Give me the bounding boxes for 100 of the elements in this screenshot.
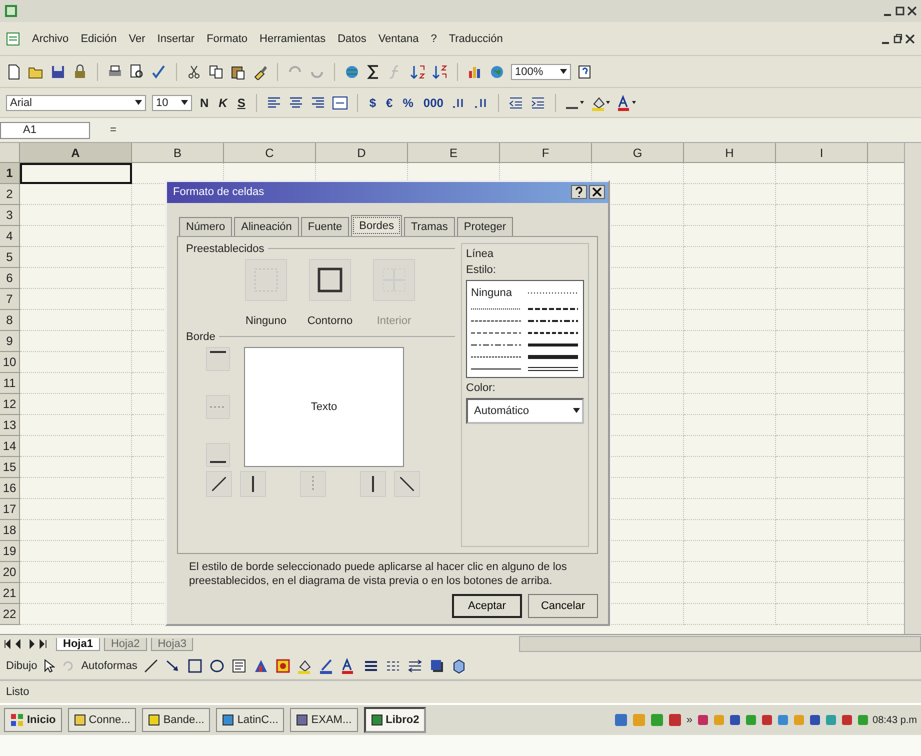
table-cell[interactable] [20,247,132,268]
align-left-icon[interactable] [266,94,282,110]
tray-icon[interactable] [776,714,789,726]
cancel-button[interactable]: Cancelar [528,594,598,618]
table-cell[interactable] [20,310,132,331]
table-cell[interactable] [684,310,776,331]
column-header[interactable]: A [20,143,132,163]
globe-icon[interactable] [344,64,360,80]
sheet-tab[interactable]: Hoja3 [150,638,194,650]
line-sample-icon[interactable] [528,342,579,347]
align-center-icon[interactable] [288,94,304,110]
table-cell[interactable] [776,268,868,289]
row-header[interactable]: 20 [0,562,20,583]
row-header[interactable]: 9 [0,331,20,352]
number-format-button[interactable]: € [384,96,395,110]
column-header[interactable]: I [776,143,868,163]
table-cell[interactable] [684,373,776,394]
column-header[interactable]: D [316,143,408,163]
taskbar-button[interactable]: Libro2 [364,707,426,733]
scissors-icon[interactable] [186,64,202,80]
rectangle-icon[interactable] [187,658,204,674]
table-cell[interactable] [20,226,132,247]
pointer-icon[interactable] [43,659,56,673]
row-header[interactable]: 11 [0,373,20,394]
menu-item[interactable]: Insertar [157,32,195,44]
line-sample-icon[interactable] [471,366,522,371]
restore-icon[interactable] [893,32,903,44]
menu-item[interactable]: ? [430,32,437,44]
border-button[interactable] [206,442,230,467]
table-cell[interactable] [684,520,776,541]
column-header[interactable] [868,143,904,163]
border-button[interactable] [360,470,386,497]
table-cell[interactable] [776,226,868,247]
print-preview-icon[interactable] [129,64,145,80]
dialog-tab[interactable]: Bordes [351,214,402,236]
line-sample-icon[interactable] [528,330,579,335]
font-size-dropdown[interactable]: 10 [152,94,192,110]
tray-icon[interactable] [760,714,773,726]
row-header[interactable]: 6 [0,268,20,289]
table-cell[interactable] [684,352,776,373]
column-header[interactable]: G [592,143,684,163]
row-header[interactable]: 3 [0,205,20,226]
rotate-icon[interactable] [61,659,76,673]
table-cell[interactable] [20,184,132,205]
table-cell[interactable] [684,289,776,310]
row-header[interactable]: 12 [0,394,20,415]
table-cell[interactable] [776,331,868,352]
vertical-scrollbar[interactable] [904,143,921,634]
table-cell[interactable] [20,457,132,478]
table-cell[interactable] [20,415,132,436]
sheet-tab[interactable]: Hoja1 [56,638,100,650]
tray-icon[interactable] [808,714,821,726]
row-header[interactable]: 22 [0,604,20,625]
tray-icon[interactable] [696,714,709,726]
fill-color-icon[interactable] [591,94,612,110]
table-cell[interactable] [20,604,132,625]
line-sample-icon[interactable] [528,366,579,371]
taskbar-button[interactable]: Conne... [68,708,136,732]
column-header[interactable]: E [408,143,500,163]
table-cell[interactable] [776,457,868,478]
color-dropdown[interactable]: Automático [466,398,584,424]
table-cell[interactable] [684,604,776,625]
table-cell[interactable] [20,289,132,310]
table-cell[interactable] [776,499,868,520]
table-cell[interactable] [20,583,132,604]
column-header[interactable]: F [500,143,592,163]
name-box[interactable]: A1 [0,122,90,138]
tray-icon[interactable] [856,714,869,726]
menu-item[interactable]: Ventana [378,32,419,44]
menu-item[interactable]: Herramientas [260,32,326,44]
maximize-icon[interactable] [895,5,905,17]
table-cell[interactable] [776,184,868,205]
line-sample-icon[interactable] [471,354,522,359]
table-cell[interactable] [776,541,868,562]
dialog-tab[interactable]: Alineación [234,216,299,236]
close-icon[interactable] [905,32,915,44]
align-right-icon[interactable] [310,94,326,110]
table-cell[interactable] [20,205,132,226]
border-button[interactable] [206,470,232,497]
table-cell[interactable] [20,499,132,520]
table-cell[interactable] [776,520,868,541]
spelling-icon[interactable] [151,64,167,80]
menu-item[interactable]: Archivo [32,32,69,44]
menu-item[interactable]: Formato [206,32,248,44]
table-cell[interactable] [684,541,776,562]
table-cell[interactable] [776,247,868,268]
table-cell[interactable] [684,394,776,415]
table-cell[interactable] [776,604,868,625]
sort-ascending-icon[interactable] [410,64,426,80]
table-cell[interactable] [776,562,868,583]
line-sample-icon[interactable] [471,342,522,347]
table-cell[interactable] [776,436,868,457]
table-cell[interactable] [20,268,132,289]
table-cell[interactable] [684,436,776,457]
tray-icon[interactable] [744,714,757,726]
dialog-tab[interactable]: Tramas [404,216,455,236]
table-cell[interactable] [684,331,776,352]
help-icon[interactable] [571,185,587,200]
line-style-icon[interactable] [363,658,380,674]
shadow-icon[interactable] [429,658,446,674]
